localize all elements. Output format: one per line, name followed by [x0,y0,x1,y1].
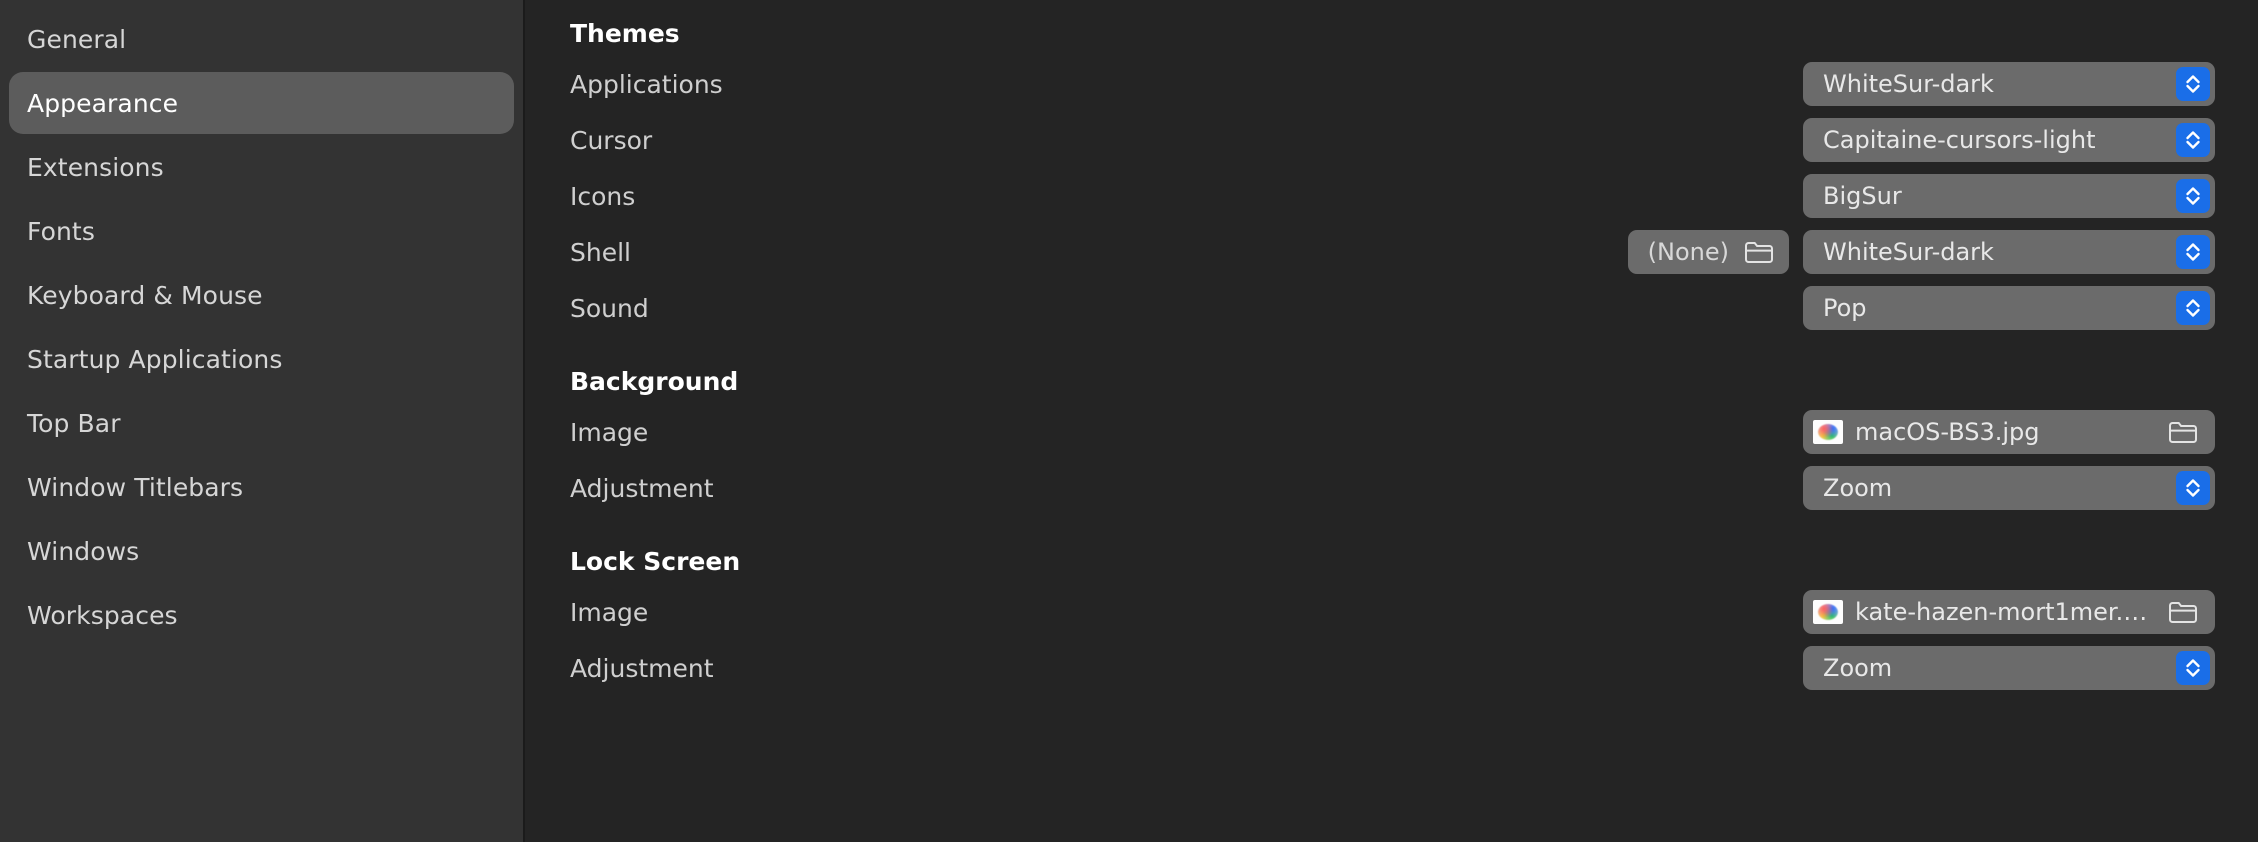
sidebar-item-label: Windows [27,536,140,566]
sidebar-item-workspaces[interactable]: Workspaces [9,584,514,646]
sidebar-item-label: Workspaces [27,600,178,630]
row-controls: Zoom [1803,646,2215,690]
dropdown-shell[interactable]: WhiteSur-dark [1803,230,2215,274]
dropdown-adjustment[interactable]: Zoom [1803,466,2215,510]
dropdown-selected-value: BigSur [1823,182,1902,210]
settings-row: Image macOS-BS3.jpg [525,404,2258,460]
sidebar-item-startup-applications[interactable]: Startup Applications [9,328,514,390]
sidebar-item-label: Top Bar [27,408,121,438]
row-controls: Pop [1803,286,2215,330]
row-label-cursor: Cursor [570,125,653,155]
dropdown-adjustment[interactable]: Zoom [1803,646,2215,690]
row-label-sound: Sound [570,293,649,323]
sidebar-item-general[interactable]: General [9,8,514,70]
chevron-updown-icon[interactable] [2176,179,2210,213]
row-controls: (None) WhiteSur-dark [1627,230,2215,274]
row-controls: macOS-BS3.jpg [1803,410,2215,454]
sidebar-item-top-bar[interactable]: Top Bar [9,392,514,454]
shell-theme-file-button[interactable]: (None) [1627,230,1789,274]
sidebar-item-label: Window Titlebars [27,472,244,502]
row-label-applications: Applications [570,69,723,99]
settings-row: Image kate-hazen-mort1mer.png [525,584,2258,640]
folder-icon [2167,418,2199,446]
sidebar-item-label: General [27,24,127,54]
section-heading-background: Background [570,366,739,396]
settings-row: Adjustment Zoom [525,460,2258,516]
image-file-name: macOS-BS3.jpg [1855,418,2040,446]
row-label-image: Image [570,597,649,627]
row-controls: Capitaine-cursors-light [1803,118,2215,162]
row-label-shell: Shell [570,237,631,267]
shell-theme-file-label: (None) [1647,238,1729,266]
chevron-updown-icon[interactable] [2176,235,2210,269]
sidebar-item-windows[interactable]: Windows [9,520,514,582]
dropdown-cursor[interactable]: Capitaine-cursors-light [1803,118,2215,162]
dropdown-selected-value: Zoom [1823,474,1893,502]
row-controls: Zoom [1803,466,2215,510]
row-label-icons: Icons [570,181,636,211]
sidebar-item-extensions[interactable]: Extensions [9,136,514,198]
appearance-settings-panel: Themes Applications WhiteSur-dark Cursor Cap… [525,0,2258,842]
section-heading-lock-screen: Lock Screen [570,546,741,576]
image-thumbnail-preview [1818,604,1838,620]
settings-row: Shell (None) WhiteSur-dark [525,224,2258,280]
settings-row: Applications WhiteSur-dark [525,56,2258,112]
sidebar-item-label: Startup Applications [27,344,283,374]
section-heading-themes: Themes [570,18,680,48]
sidebar-item-fonts[interactable]: Fonts [9,200,514,262]
folder-icon [2167,598,2199,626]
image-chooser-button[interactable]: macOS-BS3.jpg [1803,410,2215,454]
sidebar-item-keyboard-mouse[interactable]: Keyboard & Mouse [9,264,514,326]
image-thumbnail-preview [1818,424,1838,440]
settings-row: Sound Pop [525,280,2258,336]
settings-row: Icons BigSur [525,168,2258,224]
image-thumbnail-icon [1813,600,1843,624]
settings-sidebar: General Appearance Extensions Fonts Keyboard… [0,0,525,842]
chevron-updown-icon[interactable] [2176,471,2210,505]
chevron-updown-icon[interactable] [2176,291,2210,325]
row-controls: WhiteSur-dark [1803,62,2215,106]
settings-row: Cursor Capitaine-cursors-light [525,112,2258,168]
sidebar-item-appearance[interactable]: Appearance [9,72,514,134]
dropdown-applications[interactable]: WhiteSur-dark [1803,62,2215,106]
dropdown-selected-value: Capitaine-cursors-light [1823,126,2096,154]
image-thumbnail-icon [1813,420,1843,444]
dropdown-sound[interactable]: Pop [1803,286,2215,330]
image-file-name: kate-hazen-mort1mer.png [1855,598,2155,626]
sidebar-item-label: Appearance [27,88,179,118]
row-controls: kate-hazen-mort1mer.png [1803,590,2215,634]
chevron-updown-icon[interactable] [2176,67,2210,101]
chevron-updown-icon[interactable] [2176,651,2210,685]
row-label-image: Image [570,417,649,447]
chevron-updown-icon[interactable] [2176,123,2210,157]
sidebar-item-label: Extensions [27,152,164,182]
sidebar-item-label: Keyboard & Mouse [27,280,263,310]
preferences-window: General Appearance Extensions Fonts Keyboard… [0,0,2258,842]
row-controls: BigSur [1803,174,2215,218]
image-chooser-button[interactable]: kate-hazen-mort1mer.png [1803,590,2215,634]
sidebar-item-label: Fonts [27,216,95,246]
row-label-adjustment: Adjustment [570,653,714,683]
folder-icon [1743,238,1775,266]
dropdown-selected-value: WhiteSur-dark [1823,238,1994,266]
row-label-adjustment: Adjustment [570,473,714,503]
settings-row: Adjustment Zoom [525,640,2258,696]
dropdown-selected-value: Pop [1823,294,1867,322]
dropdown-icons[interactable]: BigSur [1803,174,2215,218]
dropdown-selected-value: Zoom [1823,654,1893,682]
dropdown-selected-value: WhiteSur-dark [1823,70,1994,98]
sidebar-item-window-titlebars[interactable]: Window Titlebars [9,456,514,518]
